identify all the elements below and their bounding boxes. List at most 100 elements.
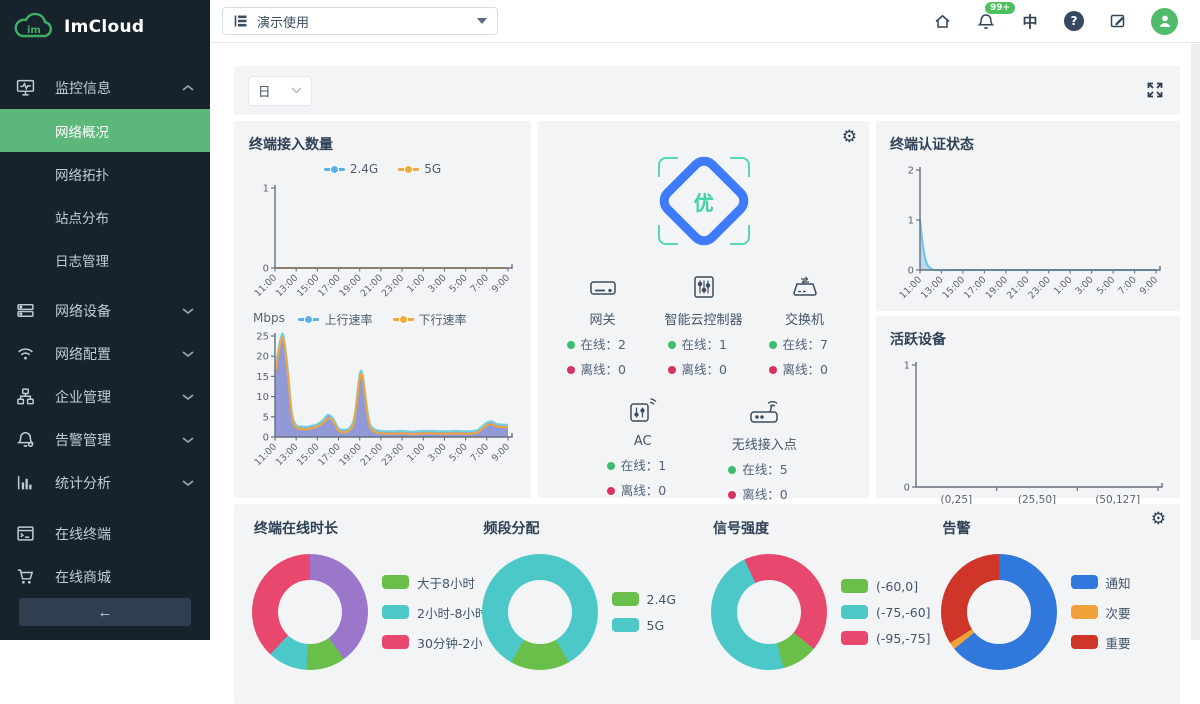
legend-item[interactable]: 大于8小时 — [382, 573, 482, 592]
legend-marker — [324, 168, 345, 171]
device-online: 在线：7 — [755, 334, 855, 353]
svg-text:1: 1 — [908, 216, 914, 227]
signal-strength-donut — [711, 554, 827, 670]
throughput-chart: 051015202511:0013:0015:0017:0019:0021:00… — [249, 330, 516, 480]
settings-gear-icon[interactable]: ⚙ — [842, 129, 857, 146]
access-chart-legend: 2.4G 5G — [249, 162, 516, 176]
feedback-button[interactable] — [1107, 10, 1129, 32]
svg-text:3:00: 3:00 — [426, 441, 449, 464]
sidebar-item-online-terminals[interactable]: 在线终端 — [0, 512, 210, 555]
legend-item[interactable]: 通知 — [1071, 573, 1131, 592]
svg-text:0: 0 — [904, 483, 910, 494]
question-mark-icon: ? — [1064, 11, 1084, 31]
sidebar-item-online-mall[interactable]: 在线商城 — [0, 555, 210, 598]
sidebar-menu: 监控信息 网络概况 网络拓扑 站点分布 日志管理 网络设备 — [0, 66, 210, 598]
svg-text:9:00: 9:00 — [490, 272, 513, 295]
network-health-panel: ⚙ 优 网关 在线：2 离线：0 — [538, 121, 869, 498]
legend-item[interactable]: 2.4G — [324, 162, 378, 176]
legend-marker — [298, 318, 319, 321]
sidebar-item-enterprise-management[interactable]: 企业管理 — [0, 375, 210, 418]
svg-text:5: 5 — [263, 412, 269, 423]
scrollbar[interactable] — [1191, 44, 1200, 640]
device-online: 在线：2 — [553, 334, 653, 353]
legend-item[interactable]: 下行速率 — [393, 311, 467, 328]
legend-item[interactable]: 2.4G — [612, 592, 677, 607]
sidebar-item-network-config[interactable]: 网络配置 — [0, 332, 210, 375]
panel-title: 终端认证状态 — [890, 134, 1166, 154]
person-icon — [1156, 12, 1174, 30]
svg-text:1: 1 — [263, 184, 269, 195]
app-logo[interactable]: im ImCloud — [0, 0, 210, 52]
org-selector-dropdown[interactable]: 演示使用 — [222, 7, 498, 35]
legend-item[interactable]: (-95,-75] — [841, 631, 931, 646]
sidebar-collapse-button[interactable]: ← — [19, 598, 191, 626]
svg-text:im: im — [27, 25, 41, 36]
distribution-panel: ⚙ 终端在线时长 大于8小时 2小时-8小时 30分钟-2小时 频段分配 — [234, 504, 1180, 704]
legend-item[interactable]: (-60,0] — [841, 579, 931, 594]
sidebar: im ImCloud 监控信息 网络概况 网络拓扑 站点分布 日志管理 — [0, 0, 210, 640]
shopping-cart-icon — [16, 567, 35, 586]
legend-item[interactable]: 5G — [398, 162, 441, 176]
sidebar-item-label: 告警管理 — [55, 430, 182, 450]
language-switch-button[interactable]: 中 — [1019, 10, 1041, 32]
terminal-auth-chart: 01211:0013:0015:0017:0019:0021:0023:001:… — [890, 158, 1166, 316]
svg-text:11:00: 11:00 — [898, 274, 925, 301]
active-devices-chart: 01(0,25](25,50](50,127] — [890, 351, 1166, 509]
legend-item[interactable]: 30分钟-2小时 — [382, 633, 482, 652]
svg-text:17:00: 17:00 — [316, 441, 343, 468]
sidebar-item-monitoring[interactable]: 监控信息 — [0, 66, 210, 109]
legend-item[interactable]: 5G — [612, 618, 677, 633]
org-selector-value: 演示使用 — [257, 12, 477, 31]
svg-text:15:00: 15:00 — [295, 272, 322, 299]
period-select[interactable]: 日 — [248, 76, 312, 106]
fullscreen-button[interactable] — [1146, 81, 1166, 101]
device-wireless-ap: 无线接入点 在线：5 离线：0 — [714, 392, 814, 503]
svg-text:3:00: 3:00 — [426, 272, 449, 295]
sidebar-item-network-topology[interactable]: 网络拓扑 — [0, 152, 210, 195]
sidebar-item-label: 网络设备 — [55, 301, 182, 321]
submenu-label: 站点分布 — [55, 207, 109, 227]
sidebar-item-network-overview[interactable]: 网络概况 — [0, 109, 210, 152]
svg-text:1:00: 1:00 — [405, 272, 428, 295]
legend-item[interactable]: 重要 — [1071, 633, 1131, 652]
legend-item[interactable]: 2小时-8小时 — [382, 603, 482, 622]
alarms-donut — [941, 554, 1057, 670]
legend-label: 5G — [424, 162, 441, 176]
device-name: AC — [593, 434, 693, 449]
sidebar-item-statistics[interactable]: 统计分析 — [0, 461, 210, 504]
chevron-down-icon — [182, 393, 194, 401]
sidebar-item-log-management[interactable]: 日志管理 — [0, 238, 210, 281]
svg-text:1: 1 — [904, 361, 910, 372]
band-allocation-group: 频段分配 2.4G 5G — [482, 518, 712, 704]
active-devices-panel: 活跃设备 01(0,25](25,50](50,127] — [876, 316, 1180, 498]
legend-item[interactable]: (-75,-60] — [841, 605, 931, 620]
grade-text: 优 — [694, 187, 714, 216]
sidebar-item-alarm-management[interactable]: 告警管理 — [0, 418, 210, 461]
svg-text:5:00: 5:00 — [447, 272, 470, 295]
settings-gear-icon[interactable]: ⚙ — [1151, 511, 1166, 528]
sidebar-item-label: 在线商城 — [55, 567, 194, 587]
sidebar-item-site-distribution[interactable]: 站点分布 — [0, 195, 210, 238]
svg-text:25: 25 — [256, 332, 269, 343]
svg-text:15: 15 — [256, 372, 269, 383]
device-switch: 交换机 在线：7 离线：0 — [755, 267, 855, 378]
switch-icon — [789, 274, 821, 301]
chevron-down-icon — [291, 87, 302, 94]
sidebar-item-label: 企业管理 — [55, 387, 182, 407]
svg-text:9:00: 9:00 — [1138, 274, 1161, 297]
org-chart-icon — [16, 387, 35, 406]
sidebar-item-network-devices[interactable]: 网络设备 — [0, 289, 210, 332]
legend-item[interactable]: 上行速率 — [298, 311, 372, 328]
home-icon — [933, 12, 952, 31]
help-button[interactable]: ? — [1063, 10, 1085, 32]
sidebar-item-label: 监控信息 — [55, 78, 182, 98]
user-avatar[interactable] — [1151, 8, 1178, 35]
home-button[interactable] — [931, 10, 953, 32]
notifications-button[interactable]: 99+ — [975, 10, 997, 32]
svg-text:2: 2 — [908, 166, 914, 177]
health-grade-badge: 优 — [656, 153, 752, 249]
legend-item[interactable]: 次要 — [1071, 603, 1131, 622]
chevron-up-icon — [182, 84, 194, 92]
cloud-logo-icon: im — [12, 12, 56, 42]
svg-text:20: 20 — [256, 352, 269, 363]
